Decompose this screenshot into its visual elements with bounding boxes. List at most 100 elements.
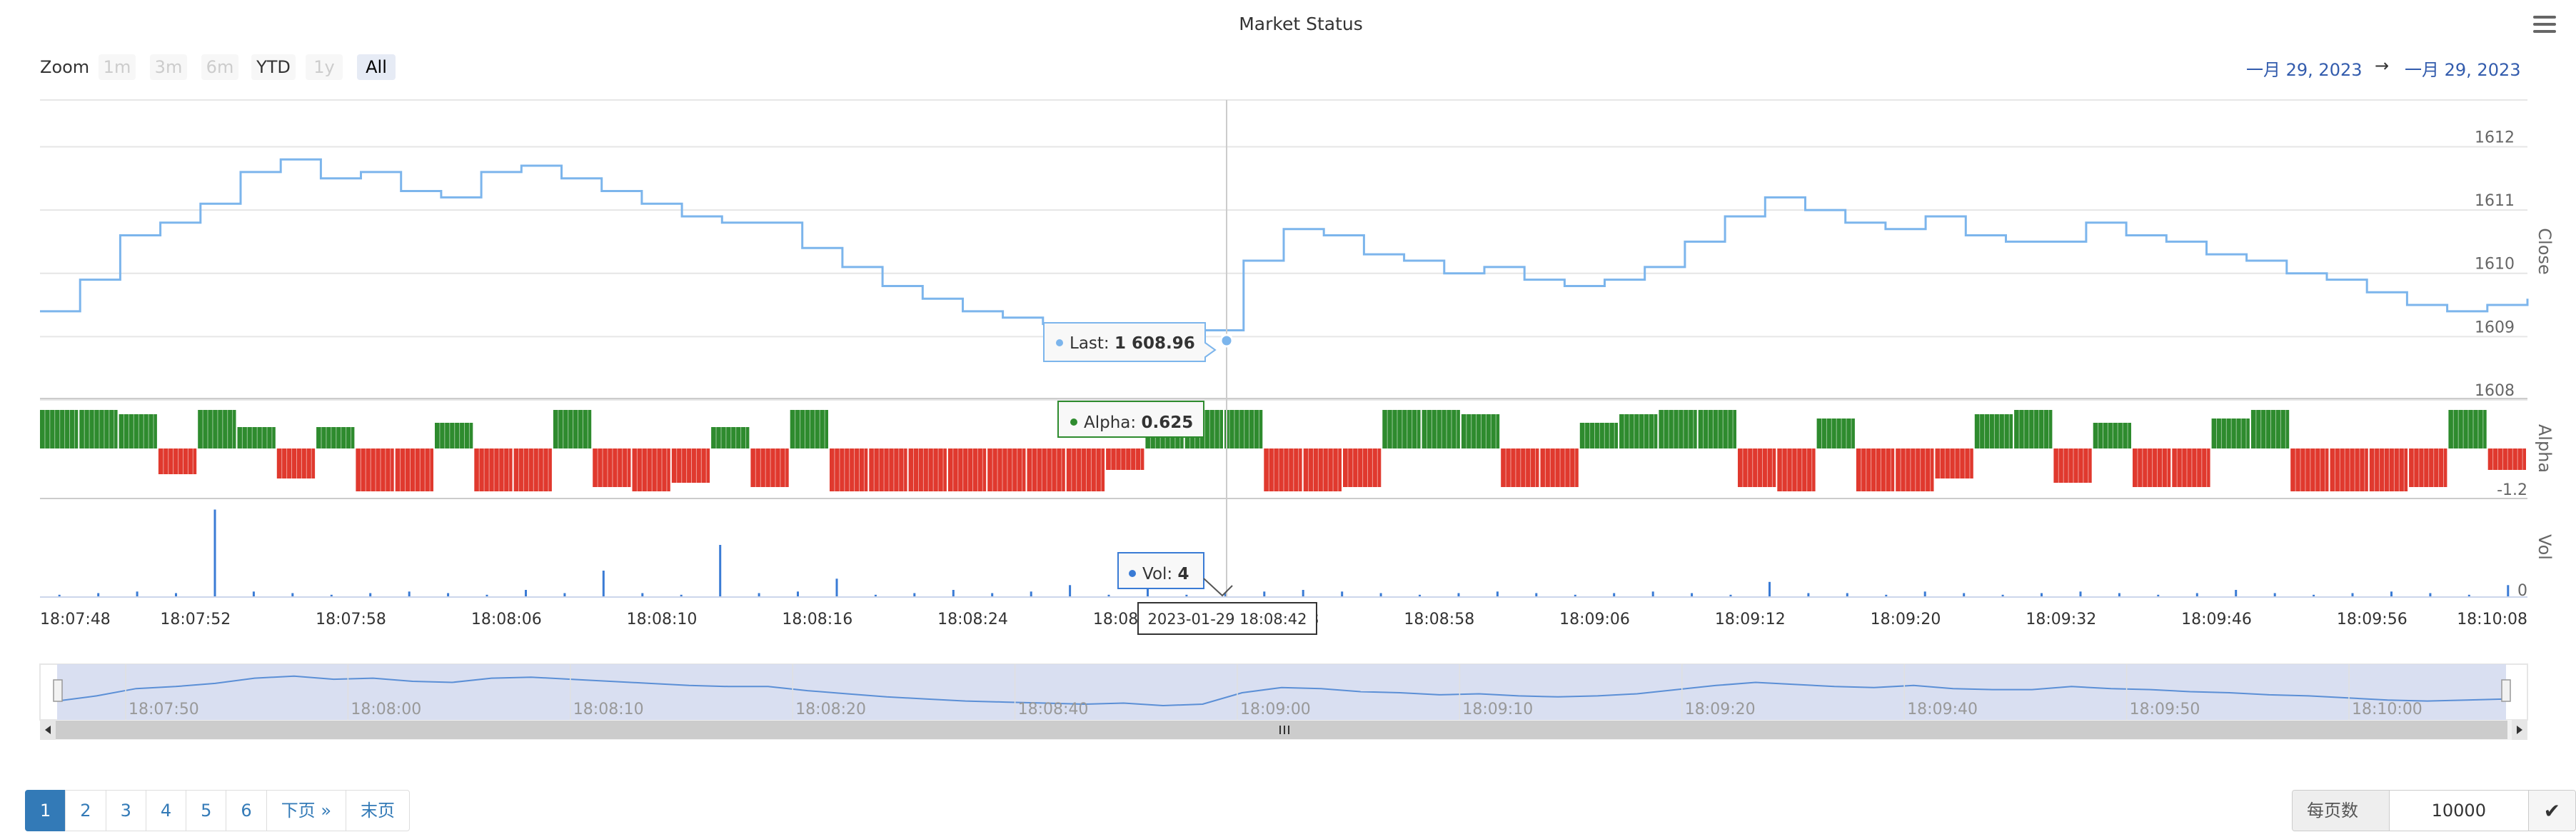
crosshair-point [1219,334,1234,348]
zoom-6m-button[interactable]: 6m [201,54,238,80]
close-axis-label: Close [2535,228,2555,274]
page-size-input[interactable] [2389,791,2528,831]
vol-bar [97,593,100,596]
vol-bar [2390,591,2393,597]
navigator-right-handle[interactable] [2501,679,2511,702]
svg-text:Alpha: 0.625: Alpha: 0.625 [1084,414,1193,432]
tooltip-vol-label: Vol: [1142,565,1172,583]
alpha-bar [1264,448,1302,491]
vol-bar [408,591,411,597]
zoom-all-button[interactable]: All [357,54,396,80]
navigator-scrollbar[interactable] [40,720,2527,740]
vol-bar [2467,594,2470,597]
alpha-bar [750,448,789,487]
vol-bar [2235,590,2238,596]
alpha-bar [2133,448,2171,487]
vol-bar [213,509,216,596]
vol-bar [2157,594,2160,597]
alpha-bar [2369,448,2408,491]
vol-bar [525,590,527,596]
alpha-bar [2093,423,2131,448]
zoom-3m-button[interactable]: 3m [150,54,187,80]
next-page-link[interactable]: 下页 » [266,790,346,831]
vol-bar [1691,593,1694,596]
x-tick-label: 18:08:06 [471,611,542,628]
alpha-pane: -1.2 Alpha [40,398,2555,499]
close-ytick: 1609 [2475,319,2515,336]
vol-bar [1069,585,1072,597]
alpha-bar [276,448,316,478]
vol-bar [797,591,799,597]
navigator-tick-label: 18:09:40 [1907,701,1978,718]
alpha-bar [2211,418,2250,448]
navigator[interactable]: 18:07:50 18:08:00 18:08:10 18:08:20 18:08:40… [39,663,2528,721]
pagination: 1 2 3 4 5 6 下页 » 末页 [25,790,410,831]
vol-bar [1263,591,1266,597]
market-status-chart[interactable]: Market Status 1608 1609 1610 1611 1612 Close… [0,0,2576,837]
close-ytick: 1610 [2475,256,2515,274]
vol-bar [1185,594,1188,597]
vol-bar [1846,593,1848,596]
chart-title: Market Status [1239,14,1363,34]
alpha-bar [1540,448,1579,487]
alpha-bar [1303,448,1342,491]
zoom-label: Zoom [40,57,90,77]
close-series-line [40,158,2529,341]
vol-bar [680,594,683,597]
alpha-bar [830,448,868,491]
x-tick-label: 18:09:46 [2181,611,2252,628]
navigator-left-handle[interactable] [53,679,63,702]
navigator-tick-label: 18:09:10 [1462,701,1533,718]
x-tick-label: 18:09:20 [1871,611,1941,628]
vol-bar [1341,591,1344,597]
vol-bar [1807,593,1810,596]
page-size-confirm-button[interactable]: ✔ [2527,791,2575,831]
page-2-link[interactable]: 2 [65,790,106,831]
vol-bar [1885,594,1888,597]
navigator-tick-label: 18:08:00 [351,701,421,718]
vol-ytick: 0 [2517,582,2527,600]
vol-bar [1729,594,1732,597]
alpha-bar [711,427,750,448]
zoom-ytd-button[interactable]: YTD [251,54,296,80]
vol-bar [1107,594,1110,597]
date-range-arrow: → [2375,56,2390,76]
page-1-link[interactable]: 1 [25,790,66,831]
date-range-to[interactable]: 一月 29, 2023 [2405,56,2521,81]
vol-bar [1651,591,1654,597]
alpha-bar [119,414,157,448]
vol-bar [1496,591,1499,597]
alpha-bar [2448,410,2487,448]
tooltip-time: 2023-01-29 18:08:42 [1137,602,1317,635]
date-range-from[interactable]: 一月 29, 2023 [2246,56,2363,81]
alpha-bar [198,410,236,448]
alpha-bar [553,410,592,448]
navigator-tick-label: 18:09:00 [1240,701,1311,718]
vol-bar [447,593,450,596]
alpha-bar [1106,448,1144,470]
vol-bar [1923,591,1926,597]
scrollbar-thumb[interactable] [56,721,2507,739]
page-6-link[interactable]: 6 [226,790,267,831]
vol-bar [485,594,488,597]
zoom-1y-button[interactable]: 1y [306,54,343,80]
alpha-bar [671,448,710,483]
svg-text:Last: 1 608.96: Last: 1 608.96 [1070,334,1195,353]
page-5-link[interactable]: 5 [186,790,227,831]
last-page-link[interactable]: 末页 [346,790,410,831]
alpha-bar [79,410,118,448]
alpha-bar [1066,448,1105,491]
vol-bar [2507,585,2510,597]
zoom-1m-button[interactable]: 1m [99,54,136,80]
alpha-bar [2172,448,2210,487]
x-tick-label: 18:07:52 [160,611,231,628]
alpha-bar [1935,448,1973,478]
alpha-bar [2409,448,2447,487]
alpha-bar [2053,448,2092,483]
alpha-bar [1619,414,1658,448]
hamburger-menu-icon[interactable] [2533,16,2556,36]
close-ytick: 1611 [2475,192,2515,210]
page-3-link[interactable]: 3 [105,790,146,831]
page-4-link[interactable]: 4 [145,790,187,831]
vol-bar [369,593,372,596]
